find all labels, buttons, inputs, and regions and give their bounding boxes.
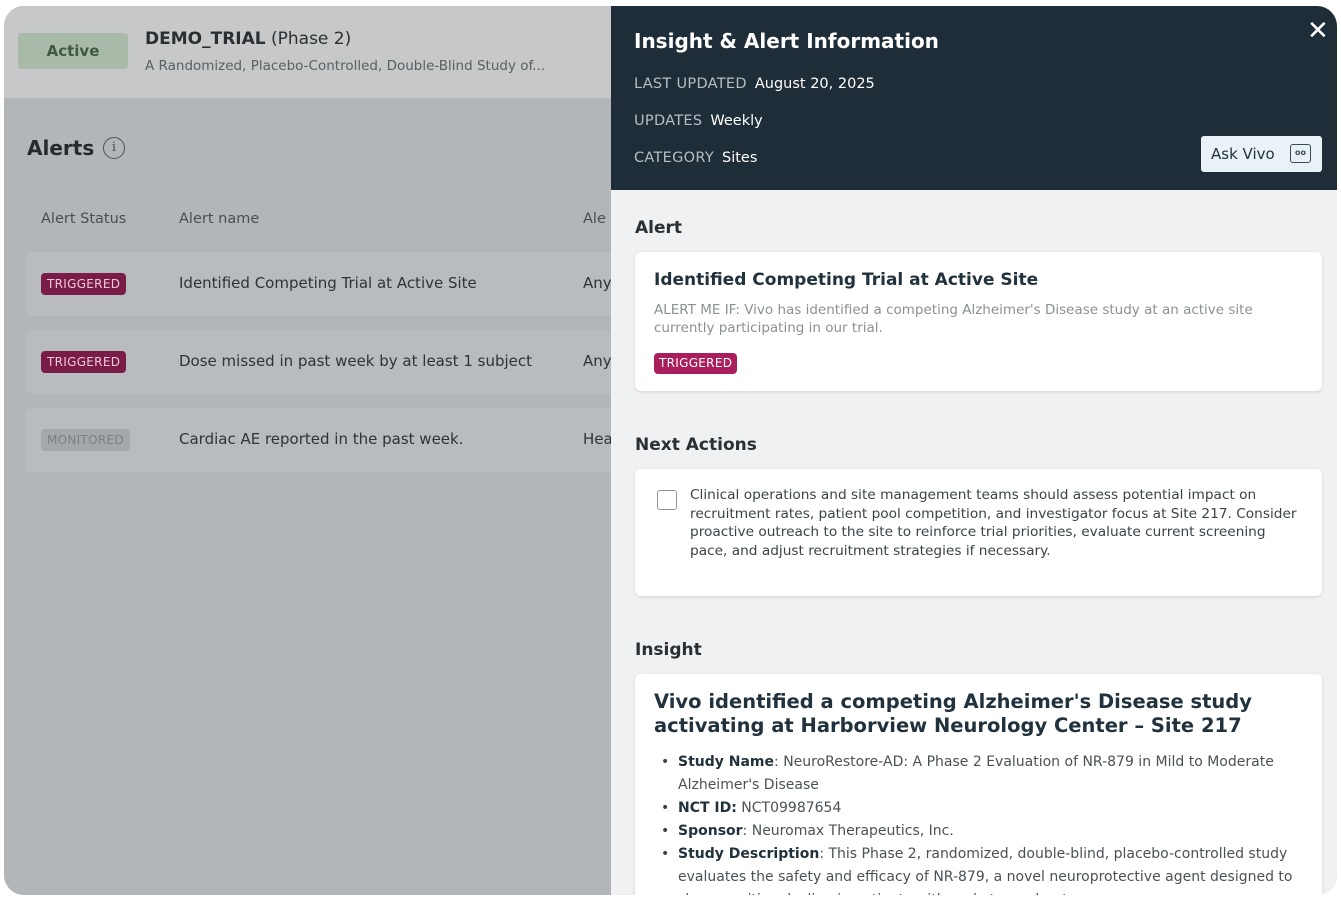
alert-card: Identified Competing Trial at Active Sit… bbox=[635, 252, 1322, 391]
insight-item-key: Study Description bbox=[678, 846, 820, 862]
insight-item: NCT ID: NCT09987654 bbox=[658, 797, 1308, 820]
info-icon[interactable]: i bbox=[103, 137, 125, 159]
alerts-heading: Alerts bbox=[27, 136, 95, 160]
meta-label: LAST UPDATED bbox=[634, 76, 747, 92]
insight-item: Sponsor: Neuromax Therapeutics, Inc. bbox=[658, 820, 1308, 843]
alert-row[interactable]: TRIGGERED Dose missed in past week by at… bbox=[26, 330, 626, 394]
insight-item-key: Study Name bbox=[678, 754, 775, 770]
status-badge: TRIGGERED bbox=[41, 351, 127, 373]
alerts-page-background: Active DEMO_TRIAL (Phase 2) A Randomized… bbox=[4, 6, 626, 895]
alert-extra: Any bbox=[583, 352, 612, 370]
column-header-status[interactable]: Alert Status bbox=[41, 211, 126, 227]
insight-item-sep: : bbox=[742, 823, 752, 839]
ask-vivo-label: Ask Vivo bbox=[1211, 145, 1275, 163]
trial-status-badge: Active bbox=[18, 33, 128, 69]
insight-item: Study Name: NeuroRestore-AD: A Phase 2 E… bbox=[658, 751, 1308, 797]
insight-item-key: NCT ID: bbox=[678, 800, 737, 816]
meta-value: Sites bbox=[722, 150, 758, 166]
chat-bubble-icon: oo bbox=[1290, 144, 1311, 163]
alert-section-label: Alert bbox=[635, 218, 683, 238]
insight-alert-panel: Insight & Alert Information ✕ LAST UPDAT… bbox=[611, 6, 1337, 895]
alert-card-title: Identified Competing Trial at Active Sit… bbox=[654, 270, 1039, 290]
insight-item: Study Description: This Phase 2, randomi… bbox=[658, 843, 1308, 895]
insight-item-key: Sponsor bbox=[678, 823, 743, 839]
status-badge: MONITORED bbox=[41, 429, 130, 451]
meta-updates: UPDATES Weekly bbox=[634, 113, 763, 129]
meta-value: August 20, 2025 bbox=[754, 76, 875, 92]
column-header-third[interactable]: Ale bbox=[583, 211, 606, 227]
alert-row[interactable]: TRIGGERED Identified Competing Trial at … bbox=[26, 252, 626, 316]
next-actions-label: Next Actions bbox=[635, 435, 757, 455]
alert-row[interactable]: MONITORED Cardiac AE reported in the pas… bbox=[26, 408, 626, 472]
panel-header: Insight & Alert Information ✕ LAST UPDAT… bbox=[611, 6, 1337, 190]
action-text: Clinical operations and site management … bbox=[690, 487, 1297, 559]
meta-last-updated: LAST UPDATED August 20, 2025 bbox=[634, 76, 875, 92]
status-badge: TRIGGERED bbox=[654, 353, 738, 374]
trial-name-text: DEMO_TRIAL bbox=[145, 29, 266, 49]
meta-category: CATEGORY Sites bbox=[634, 150, 757, 166]
meta-label: UPDATES bbox=[634, 113, 703, 129]
alert-name: Cardiac AE reported in the past week. bbox=[179, 430, 464, 448]
insight-item-value: Neuromax Therapeutics, Inc. bbox=[751, 823, 954, 839]
close-icon[interactable]: ✕ bbox=[1307, 17, 1329, 45]
trial-phase: (Phase 2) bbox=[271, 29, 352, 49]
status-badge: TRIGGERED bbox=[41, 273, 127, 295]
meta-value: Weekly bbox=[710, 113, 763, 129]
alert-extra: Any bbox=[583, 274, 612, 292]
app-window: Active DEMO_TRIAL (Phase 2) A Randomized… bbox=[4, 6, 1337, 895]
trial-header: Active DEMO_TRIAL (Phase 2) A Randomized… bbox=[4, 6, 611, 98]
insight-item-sep: : bbox=[774, 754, 784, 770]
column-header-name[interactable]: Alert name bbox=[179, 211, 259, 227]
panel-title: Insight & Alert Information bbox=[634, 29, 939, 53]
next-action-card: Clinical operations and site management … bbox=[635, 469, 1322, 596]
alert-extra: Hea bbox=[583, 430, 613, 448]
alert-name: Identified Competing Trial at Active Sit… bbox=[179, 274, 477, 292]
alert-name: Dose missed in past week by at least 1 s… bbox=[179, 352, 533, 370]
meta-label: CATEGORY bbox=[634, 150, 714, 166]
ask-vivo-button[interactable]: Ask Vivo oo bbox=[1201, 136, 1322, 172]
insight-item-value: NCT09987654 bbox=[741, 800, 842, 816]
insight-label: Insight bbox=[635, 640, 702, 660]
insight-details: Study Name: NeuroRestore-AD: A Phase 2 E… bbox=[658, 751, 1308, 895]
insight-card: Vivo identified a competing Alzheimer's … bbox=[635, 674, 1322, 895]
insight-title: Vivo identified a competing Alzheimer's … bbox=[654, 690, 1252, 737]
trial-name: DEMO_TRIAL (Phase 2) bbox=[145, 29, 351, 49]
alert-card-description: ALERT ME IF: Vivo has identified a compe… bbox=[654, 302, 1253, 336]
action-checkbox[interactable] bbox=[657, 490, 677, 510]
trial-subtitle: A Randomized, Placebo-Controlled, Double… bbox=[145, 58, 546, 74]
